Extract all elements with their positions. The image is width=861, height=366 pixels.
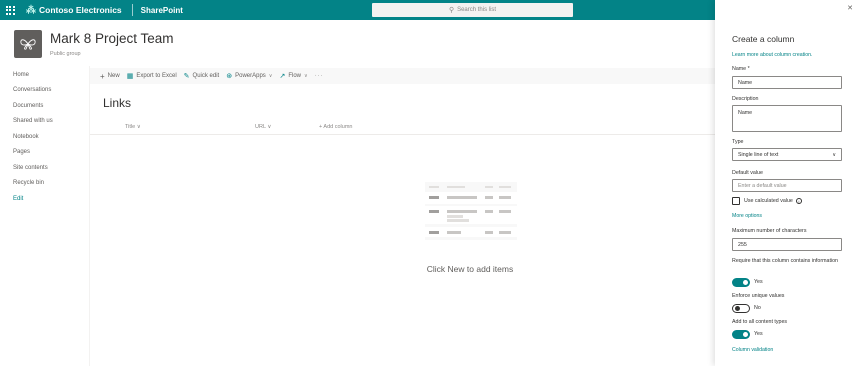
- nav-item-shared-with-us[interactable]: Shared with us: [13, 118, 53, 124]
- info-icon[interactable]: i: [795, 198, 802, 204]
- require-info-toggle[interactable]: [732, 278, 750, 287]
- command-bar: + New ▦ Export to Excel ✎ Quick edit ⊛ P…: [90, 68, 715, 84]
- butterfly-icon: [20, 39, 36, 50]
- empty-state-message: Click New to add items: [426, 264, 514, 274]
- search-input[interactable]: ⚲ Search this list: [372, 3, 573, 17]
- new-label: New: [107, 73, 120, 79]
- suite-bar: ⁂ Contoso Electronics SharePoint ⚲ Searc…: [0, 0, 715, 20]
- name-label: Name *: [732, 66, 750, 72]
- require-info-label: Require that this column contains inform…: [732, 258, 838, 264]
- brand-link[interactable]: ⁂ Contoso Electronics: [26, 5, 122, 16]
- nav-item-notebook[interactable]: Notebook: [13, 134, 39, 140]
- quick-edit-label: Quick edit: [192, 73, 220, 79]
- site-title[interactable]: Mark 8 Project Team: [50, 31, 174, 46]
- brand-name: Contoso Electronics: [39, 5, 122, 15]
- unique-values-toggle[interactable]: [732, 304, 750, 313]
- site-header: Mark 8 Project Team Public group: [0, 20, 715, 66]
- new-button[interactable]: + New: [100, 72, 120, 81]
- excel-icon: ▦: [126, 73, 134, 80]
- more-options-link[interactable]: More options: [732, 213, 762, 219]
- nav-item-home[interactable]: Home: [13, 72, 29, 78]
- site-subtitle: Public group: [50, 51, 81, 57]
- description-label: Description: [732, 96, 759, 102]
- calculated-value-label: Use calculated value i: [744, 198, 802, 204]
- default-value-label: Default value: [732, 170, 763, 176]
- column-header-url[interactable]: URL ∨: [255, 124, 271, 130]
- require-info-state: Yes: [754, 279, 763, 285]
- left-navigation: Home Conversations Documents Shared with…: [0, 66, 90, 366]
- list-title: Links: [103, 96, 132, 110]
- flow-button[interactable]: ↗ Flow ∨: [279, 72, 307, 80]
- column-headers: Title ∨ URL ∨ + Add column: [90, 119, 715, 135]
- add-content-types-label: Add to all content types: [732, 319, 788, 325]
- type-dropdown[interactable]: Single line of text ∨: [732, 148, 842, 161]
- quick-edit-button[interactable]: ✎ Quick edit: [184, 72, 220, 80]
- add-column-button[interactable]: + Add column: [319, 124, 352, 130]
- name-field[interactable]: Name: [732, 76, 842, 89]
- pencil-icon: ✎: [183, 73, 190, 80]
- max-chars-label: Maximum number of characters: [732, 228, 807, 234]
- flow-label: Flow: [288, 73, 302, 79]
- site-logo[interactable]: [14, 30, 42, 58]
- chevron-down-icon: ∨: [304, 73, 308, 79]
- unique-values-label: Enforce unique values: [732, 293, 785, 299]
- search-placeholder: Search this list: [457, 7, 497, 13]
- chevron-down-icon: ∨: [832, 151, 836, 158]
- max-chars-field[interactable]: 255: [732, 238, 842, 251]
- panel-title: Create a column: [732, 34, 795, 44]
- powerapps-icon: ⊛: [226, 73, 233, 80]
- more-button[interactable]: ···: [315, 73, 324, 79]
- brand-divider: [131, 4, 133, 16]
- export-excel-button[interactable]: ▦ Export to Excel: [127, 72, 177, 80]
- column-header-title[interactable]: Title ∨: [125, 124, 141, 130]
- powerapps-label: PowerApps: [235, 73, 266, 79]
- nav-item-recycle-bin[interactable]: Recycle bin: [13, 180, 44, 186]
- add-content-types-state: Yes: [754, 331, 763, 337]
- flow-icon: ↗: [279, 73, 286, 80]
- description-field[interactable]: Name: [732, 105, 842, 132]
- nav-item-documents[interactable]: Documents: [13, 103, 43, 109]
- brand-logo-icon: ⁂: [26, 4, 36, 16]
- column-validation-link[interactable]: Column validation: [732, 347, 773, 353]
- type-label: Type: [732, 139, 744, 145]
- add-content-types-toggle[interactable]: [732, 330, 750, 339]
- search-icon: ⚲: [448, 7, 455, 14]
- create-column-panel: ✕ Create a column Learn more about colum…: [715, 0, 861, 366]
- close-icon[interactable]: ✕: [847, 4, 853, 12]
- plus-icon: +: [100, 71, 105, 81]
- default-value-field[interactable]: Enter a default value: [732, 179, 842, 192]
- nav-item-conversations[interactable]: Conversations: [13, 87, 51, 93]
- chevron-down-icon: ∨: [268, 73, 273, 79]
- export-label: Export to Excel: [136, 73, 177, 79]
- nav-item-edit[interactable]: Edit: [13, 196, 23, 202]
- app-name[interactable]: SharePoint: [141, 6, 183, 15]
- nav-item-pages[interactable]: Pages: [13, 149, 30, 155]
- calculated-value-checkbox[interactable]: [732, 197, 740, 205]
- empty-list-illustration: [425, 182, 517, 240]
- unique-values-state: No: [754, 305, 761, 311]
- app-launcher-icon[interactable]: [0, 0, 20, 20]
- powerapps-button[interactable]: ⊛ PowerApps ∨: [226, 72, 272, 80]
- nav-item-site-contents[interactable]: Site contents: [13, 165, 48, 171]
- learn-more-link[interactable]: Learn more about column creation.: [732, 52, 812, 58]
